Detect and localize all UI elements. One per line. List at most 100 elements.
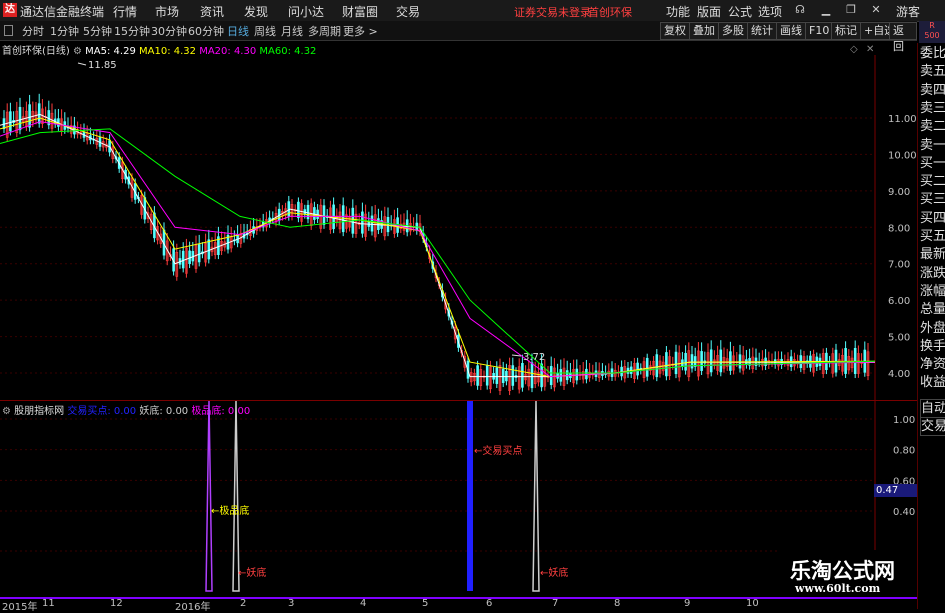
indicator-axis-labels: 1.000.800.600.40 [893,415,915,518]
side-item-20[interactable]: 交易 [920,417,945,436]
title-bar: 达 通达信金融终端 行情 市场 资讯 发现 问小达 财富圈 交易 证券交易未登录… [0,0,945,22]
candle-body [655,354,659,378]
side-item-14[interactable]: 总量 [920,301,945,319]
side-item-3[interactable]: 卖三 [920,100,945,118]
yaodi-signal-2: ←妖底 [540,566,568,579]
close-icon[interactable]: ✕ [868,2,884,18]
chart-close-icon[interactable]: ✕ [866,44,874,55]
tab-multiperiod[interactable]: 多周期 [308,23,341,39]
side-item-11[interactable]: 最新 [920,246,945,264]
tongji-button[interactable]: 统计 [747,22,777,40]
candle-body [729,351,732,371]
tab-fenshi[interactable]: 分时 [22,23,44,39]
xtick-5: 5 [422,598,429,609]
side-item-13[interactable]: 涨幅 [920,283,945,301]
side-item-4[interactable]: 卖二 [920,118,945,136]
menu-xuanxiang[interactable]: 选项 [758,3,782,20]
candle-body [370,215,374,232]
side-item-10[interactable]: 买五 [920,228,945,246]
yaodi-spike-2 [532,401,540,592]
xtick-2016: 2016年 [175,602,211,613]
candle-body [684,352,687,371]
buy-point-spike [467,401,473,591]
trade-login-warning[interactable]: 证券交易未登录 [514,4,591,20]
price-tick: 5.00 [888,333,910,344]
side-item-1[interactable]: 卖五 [920,63,945,81]
minimize-icon[interactable]: ▁ [818,2,834,18]
high-price-annotation: 11.85 [88,60,117,71]
menu-faxian[interactable]: 发现 [244,3,268,20]
candle-body [559,369,563,382]
candle-body [197,244,201,263]
diejia-button[interactable]: 叠加 [689,22,719,40]
watermark-title: 乐淘公式网 [790,559,895,583]
r500-line2: 500 [924,31,940,40]
side-item-8[interactable]: 买三 [920,191,945,209]
duogu-button[interactable]: 多股 [718,22,748,40]
menu-banmian[interactable]: 版面 [697,3,721,20]
tab-15min[interactable]: 15分钟 [114,23,150,39]
side-item-5[interactable]: 卖一 [920,137,945,155]
menu-jiaoyi[interactable]: 交易 [396,3,420,20]
xtick-3: 3 [288,598,295,609]
chart-diamond-icon[interactable]: ◇ [850,44,858,55]
indicator-grid [0,418,875,552]
side-item-6[interactable]: 买一 [920,155,945,173]
price-tick: 9.00 [888,187,910,198]
tab-60min[interactable]: 60分钟 [188,23,224,39]
tab-5min[interactable]: 5分钟 [83,23,112,39]
candle-body [636,362,639,376]
f10-button[interactable]: F10 [805,22,834,40]
menu-gongneng[interactable]: 功能 [666,3,690,20]
candle-body [18,106,22,131]
side-item-9[interactable]: 买四 [920,210,945,228]
side-item-16[interactable]: 换手 [920,338,945,356]
side-item-19[interactable]: 自动 [920,398,945,418]
price-tick: 4.00 [888,369,910,380]
candle-body [28,104,31,128]
side-item-12[interactable]: 涨跌 [920,265,945,283]
back-button[interactable]: 返回 [889,22,917,53]
price-chart[interactable]: 11.00 10.00 9.00 8.00 7.00 6.00 5.00 4.00 11.85… [0,55,917,400]
tab-more[interactable]: 更多 > [343,23,378,39]
xtick-7: 7 [552,598,559,609]
side-item-2[interactable]: 卖四 [920,82,945,100]
candle-body [700,351,703,371]
menu-shichang[interactable]: 市场 [155,3,179,20]
candle-body [9,111,12,132]
restore-icon[interactable]: ❐ [843,2,859,18]
xtick-11: 11 [42,598,55,609]
biaoji-button[interactable]: 标记 [831,22,861,40]
r500-badge[interactable]: R 500 [919,21,945,43]
tab-monthly[interactable]: 月线 [281,23,303,39]
menu-gongshi[interactable]: 公式 [728,3,752,20]
side-item-18[interactable]: 收益 [920,374,945,392]
fuquan-button[interactable]: 复权 [660,22,690,40]
candle-body [476,365,479,386]
guest-user[interactable]: 游客 [896,3,920,20]
low-marker [511,354,522,357]
tab-30min[interactable]: 30分钟 [151,23,187,39]
tab-weekly[interactable]: 周线 [254,23,276,39]
watermark-url: www.60lt.com [795,582,881,595]
candle-body [549,366,553,386]
headset-icon[interactable]: ☊ [792,2,808,18]
jipindi-spike [205,401,213,592]
menu-caifuquan[interactable]: 财富圈 [342,3,378,20]
panel-toggle-icon[interactable] [4,25,13,36]
candle-body [297,201,300,219]
menu-hangqing[interactable]: 行情 [113,3,137,20]
side-item-0[interactable]: 委比 [920,45,945,63]
tab-1min[interactable]: 1分钟 [50,23,79,39]
candle-body [322,205,326,225]
side-item-17[interactable]: 净资 [920,356,945,374]
side-item-15[interactable]: 外盘 [920,320,945,338]
xtick-2: 2 [240,598,247,609]
menu-zixun[interactable]: 资讯 [200,3,224,20]
candle-body [361,211,364,234]
tab-daily[interactable]: 日线 [227,23,249,39]
menu-wenxiaoda[interactable]: 问小达 [288,3,324,20]
side-item-7[interactable]: 买二 [920,173,945,191]
ma10-line [0,117,876,378]
huaxian-button[interactable]: 画线 [776,22,806,40]
